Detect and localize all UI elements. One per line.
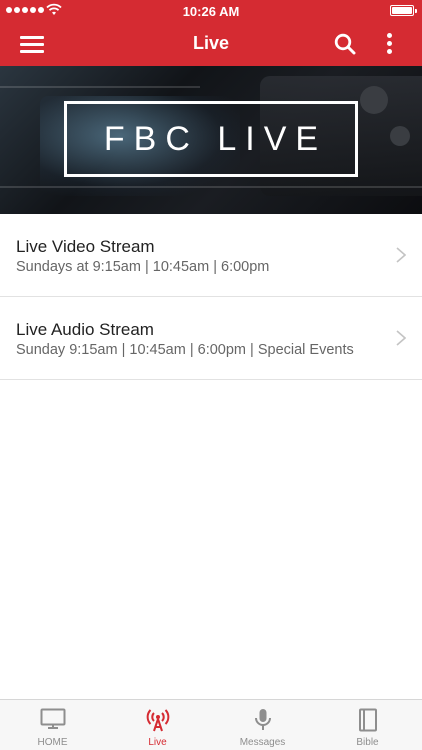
live-banner: FBC LIVE — [0, 66, 422, 214]
list-item-title: Live Video Stream — [16, 237, 155, 256]
list-item-subtitle: Sundays at 9:15am | 10:45am | 6:00pm — [16, 259, 270, 275]
chevron-right-icon — [396, 247, 406, 263]
tab-home[interactable]: HOME — [0, 700, 105, 750]
more-options-icon[interactable] — [380, 32, 400, 56]
tab-bar: HOME Live Messages Bible — [0, 699, 422, 750]
header: 10:26 AM Live — [0, 0, 422, 66]
tab-label: Messages — [239, 737, 286, 748]
tab-label: HOME — [37, 737, 68, 748]
tab-live[interactable]: Live — [105, 700, 210, 750]
nav-bar: Live — [0, 22, 422, 66]
banner-title: FBC LIVE — [103, 120, 328, 158]
tab-label: Live — [148, 737, 167, 748]
list-item-live-audio-stream[interactable]: Live Audio Stream Sunday 9:15am | 10:45a… — [0, 297, 422, 380]
status-bar: 10:26 AM — [0, 0, 422, 22]
tab-label: Bible — [356, 737, 379, 748]
stream-list: Live Video Stream Sundays at 9:15am | 10… — [0, 214, 422, 380]
broadcast-icon — [146, 709, 169, 732]
search-icon[interactable] — [334, 33, 356, 55]
list-item-subtitle: Sunday 9:15am | 10:45am | 6:00pm | Speci… — [16, 342, 354, 358]
book-icon — [358, 708, 377, 732]
tab-bible[interactable]: Bible — [315, 700, 420, 750]
microphone-icon — [254, 709, 271, 730]
battery-icon — [390, 5, 417, 16]
status-time: 10:26 AM — [182, 4, 240, 19]
list-item-title: Live Audio Stream — [16, 320, 154, 339]
monitor-icon — [40, 708, 65, 729]
list-item-live-video-stream[interactable]: Live Video Stream Sundays at 9:15am | 10… — [0, 214, 422, 297]
page-title: Live — [192, 33, 230, 53]
tab-messages[interactable]: Messages — [210, 700, 315, 750]
chevron-right-icon — [396, 330, 406, 346]
